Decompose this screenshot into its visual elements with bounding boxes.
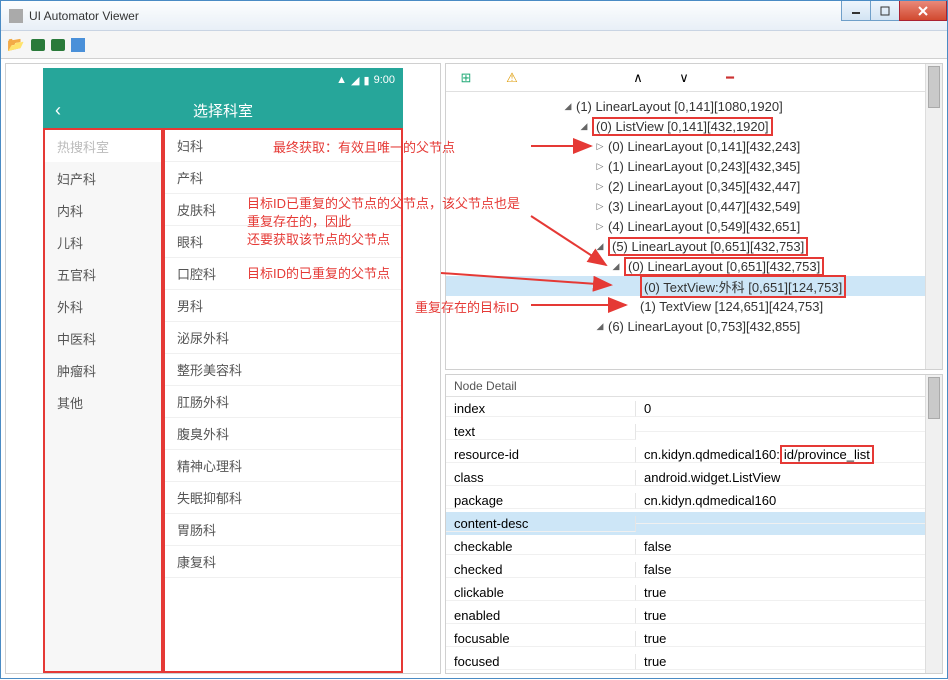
tree-node[interactable]: (4) LinearLayout [0,549][432,651]: [608, 219, 800, 234]
main-toolbar: 📂: [1, 31, 947, 59]
list-item[interactable]: 男科: [165, 290, 401, 322]
tree-node[interactable]: (1) LinearLayout [0,141][1080,1920]: [576, 99, 783, 114]
tree-node-ll0[interactable]: (0) LinearLayout [0,651][432,753]: [624, 257, 824, 276]
detail-key: focused: [446, 654, 636, 670]
list-item[interactable]: 口腔科: [165, 258, 401, 290]
list-item[interactable]: 胃肠科: [165, 514, 401, 546]
list-item[interactable]: 内科: [45, 194, 161, 226]
detail-key: focusable: [446, 631, 636, 647]
tree-toolbar: ⊞ ⚠ ∧ ∨ ━: [446, 64, 925, 92]
device-screenshot-alt-icon[interactable]: [51, 39, 65, 51]
list-item[interactable]: 眼科: [165, 226, 401, 258]
battery-icon: ▮: [364, 74, 370, 87]
tree-node[interactable]: (2) LinearLayout [0,345][432,447]: [608, 179, 800, 194]
titlebar: UI Automator Viewer: [1, 1, 947, 31]
detail-value: false: [636, 539, 925, 555]
list-item[interactable]: 中医科: [45, 322, 161, 354]
detail-value: true: [636, 585, 925, 601]
detail-key: index: [446, 401, 636, 417]
list-item[interactable]: 皮肤科: [165, 194, 401, 226]
list-item[interactable]: 热搜科室: [45, 130, 161, 162]
delete-icon[interactable]: ━: [722, 70, 738, 86]
device-screenshot-icon[interactable]: [31, 39, 45, 51]
detail-value: android.widget.ListView: [636, 470, 925, 486]
tree-node-listview[interactable]: (0) ListView [0,141][432,1920]: [592, 117, 773, 136]
detail-key: resource-id: [446, 447, 636, 463]
up-icon[interactable]: ∧: [630, 70, 646, 86]
detail-key: content-desc: [446, 516, 636, 532]
detail-value: cn.kidyn.qdmedical160:id/province_list: [636, 447, 925, 463]
save-icon[interactable]: [71, 38, 85, 52]
phone-statusbar: ▲ ◢ ▮ 9:00: [43, 68, 403, 92]
tree-node[interactable]: (1) TextView [124,651][424,753]: [640, 299, 823, 314]
list-item[interactable]: 腹臭外科: [165, 418, 401, 450]
node-detail-table[interactable]: index0 text resource-idcn.kidyn.qdmedica…: [446, 397, 925, 673]
tree-node[interactable]: (3) LinearLayout [0,447][432,549]: [608, 199, 800, 214]
list-item[interactable]: 外科: [45, 290, 161, 322]
phone-appbar: ‹ 选择科室: [43, 92, 403, 128]
maximize-button[interactable]: [870, 1, 900, 21]
detail-key: checked: [446, 562, 636, 578]
detail-value: true: [636, 654, 925, 670]
detail-value: cn.kidyn.qdmedical160: [636, 493, 925, 509]
list-item[interactable]: 肛肠外科: [165, 386, 401, 418]
department-right-list[interactable]: 妇科 产科 皮肤科 眼科 口腔科 男科 泌尿外科 整形美容科 肛肠外科 腹臭外科…: [163, 128, 403, 673]
tree-node[interactable]: (1) LinearLayout [0,243][432,345]: [608, 159, 800, 174]
resource-id-highlight: id/province_list: [780, 445, 874, 464]
detail-value: false: [636, 562, 925, 578]
tree-node-ll5[interactable]: (5) LinearLayout [0,651][432,753]: [608, 237, 808, 256]
list-item[interactable]: 产科: [165, 162, 401, 194]
list-item[interactable]: 妇科: [165, 130, 401, 162]
appbar-title: 选择科室: [193, 100, 253, 121]
window-title: UI Automator Viewer: [29, 9, 139, 23]
list-item[interactable]: 失眠抑郁科: [165, 482, 401, 514]
detail-value: [636, 431, 925, 432]
screenshot-pane: ▲ ◢ ▮ 9:00 ‹ 选择科室 热搜科室 妇产科 内科 儿科 五官科: [5, 63, 441, 674]
node-detail-pane: Node Detail index0 text resource-idcn.ki…: [445, 374, 943, 674]
app-icon: [9, 9, 23, 23]
expand-all-icon[interactable]: ⊞: [458, 70, 474, 86]
list-item[interactable]: 五官科: [45, 258, 161, 290]
detail-value: true: [636, 608, 925, 624]
detail-value: [636, 523, 925, 524]
node-detail-title: Node Detail: [446, 375, 925, 397]
back-icon[interactable]: ‹: [55, 100, 61, 121]
list-item[interactable]: 妇产科: [45, 162, 161, 194]
open-folder-icon[interactable]: 📂: [7, 36, 25, 54]
list-item[interactable]: 精神心理科: [165, 450, 401, 482]
hierarchy-pane: ⊞ ⚠ ∧ ∨ ━ ◢(1) LinearLayout [0,141][1080…: [445, 63, 943, 370]
detail-key: clickable: [446, 585, 636, 601]
vertical-scrollbar[interactable]: [925, 375, 942, 673]
list-item[interactable]: 整形美容科: [165, 354, 401, 386]
list-item[interactable]: 肿瘤科: [45, 354, 161, 386]
detail-key: text: [446, 424, 636, 440]
detail-key: checkable: [446, 539, 636, 555]
minimize-button[interactable]: [841, 1, 871, 21]
list-item[interactable]: 康复科: [165, 546, 401, 578]
tree-node[interactable]: (6) LinearLayout [0,753][432,855]: [608, 319, 800, 334]
detail-key: class: [446, 470, 636, 486]
tree-node[interactable]: (0) LinearLayout [0,141][432,243]: [608, 139, 800, 154]
hierarchy-tree[interactable]: ◢(1) LinearLayout [0,141][1080,1920] ◢(0…: [446, 92, 925, 369]
signal-icon: ◢: [351, 74, 359, 87]
detail-key: enabled: [446, 608, 636, 624]
tree-node-textview-target[interactable]: (0) TextView:外科 [0,651][124,753]: [640, 275, 846, 298]
down-icon[interactable]: ∨: [676, 70, 692, 86]
detail-value: 0: [636, 401, 925, 417]
detail-key: package: [446, 493, 636, 509]
department-left-list[interactable]: 热搜科室 妇产科 内科 儿科 五官科 外科 中医科 肿瘤科 其他: [43, 128, 163, 673]
status-time: 9:00: [374, 74, 395, 86]
list-item[interactable]: 泌尿外科: [165, 322, 401, 354]
close-button[interactable]: [899, 1, 947, 21]
detail-value: true: [636, 631, 925, 647]
list-item[interactable]: 其他: [45, 386, 161, 418]
warning-icon[interactable]: ⚠: [504, 70, 520, 86]
vertical-scrollbar[interactable]: [925, 64, 942, 369]
list-item[interactable]: 儿科: [45, 226, 161, 258]
wifi-icon: ▲: [336, 74, 347, 86]
